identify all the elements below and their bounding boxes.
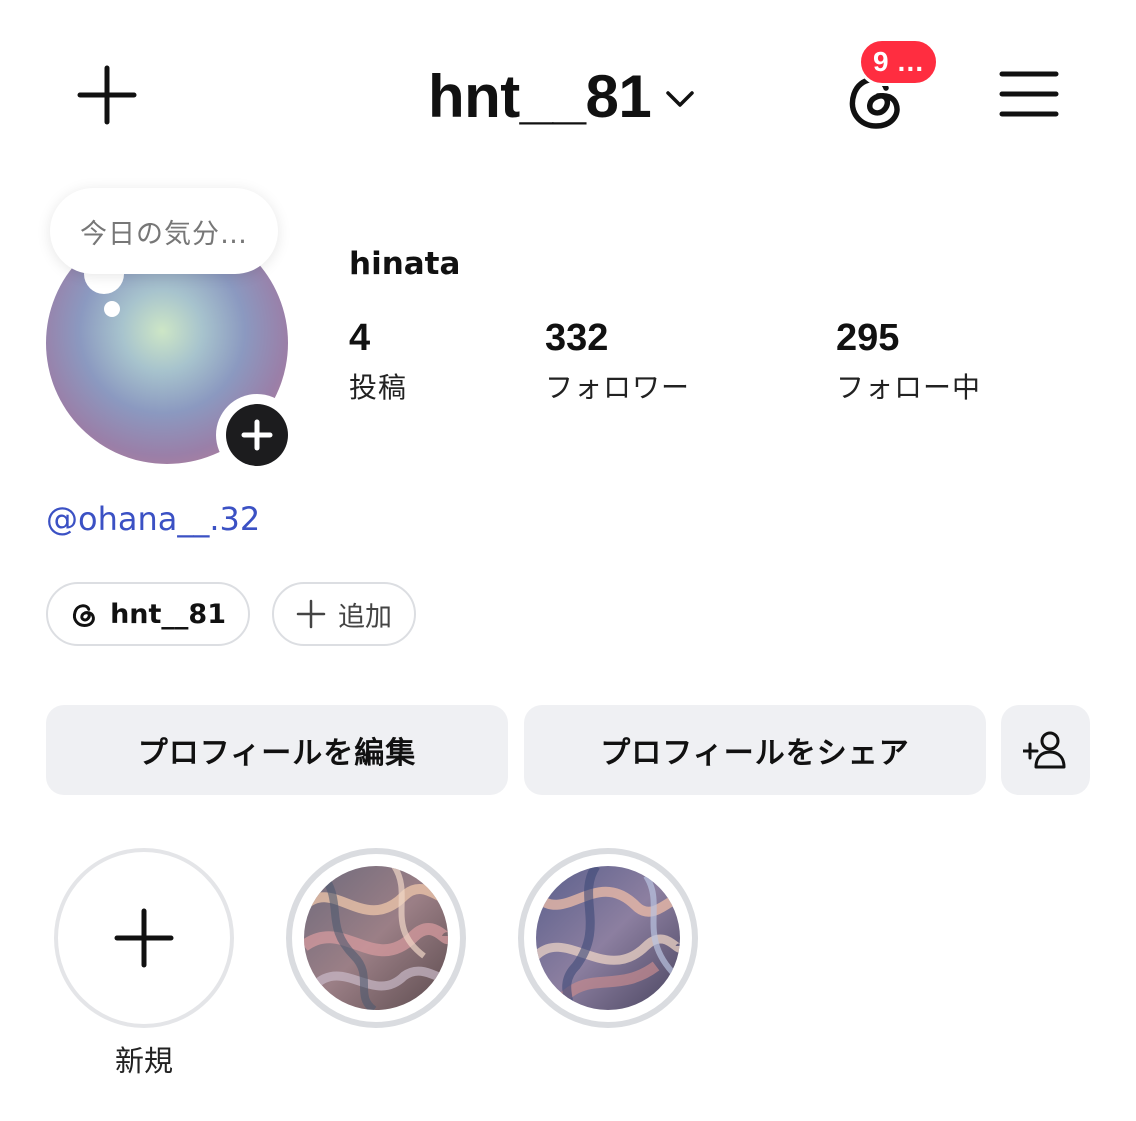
- add-story-plus-icon: [226, 404, 288, 466]
- threads-handle: hnt__81: [110, 598, 226, 630]
- account-switcher[interactable]: hnt__81: [428, 56, 695, 136]
- add-label: 追加: [338, 601, 392, 633]
- bio-mention-link[interactable]: @ohana__.32: [46, 500, 260, 538]
- username-title: hnt__81: [428, 62, 652, 130]
- hamburger-menu-icon[interactable]: [998, 68, 1060, 120]
- plus-icon: [114, 908, 174, 968]
- profile-screen: hnt__81 9 … 今日の気分… hinata 4 投稿 332 フォロワー…: [0, 0, 1136, 1121]
- chevron-down-icon: [666, 91, 695, 107]
- following-label: フォロー中: [836, 371, 982, 404]
- followers-label: フォロワー: [545, 371, 691, 404]
- highlight-cover-image: [536, 866, 680, 1010]
- note-bubble-tail-dot: [104, 301, 120, 317]
- highlight-item[interactable]: [286, 848, 466, 1028]
- notification-badge: 9 …: [858, 38, 940, 86]
- note-bubble[interactable]: 今日の気分…: [50, 188, 278, 274]
- followers-count: 332: [545, 317, 609, 359]
- plus-icon: [296, 599, 326, 629]
- display-name: hinata: [349, 246, 461, 282]
- highlight-item[interactable]: [518, 848, 698, 1028]
- new-highlight-label: 新規: [114, 1044, 173, 1078]
- share-profile-button[interactable]: プロフィールをシェア: [524, 705, 986, 795]
- stat-following[interactable]: 295 フォロー中: [836, 316, 981, 406]
- highlight-cover-image: [304, 866, 448, 1010]
- create-plus-icon[interactable]: [76, 64, 138, 126]
- following-count: 295: [836, 317, 900, 359]
- add-story-button[interactable]: [216, 394, 298, 476]
- threads-profile-chip[interactable]: hnt__81: [46, 582, 250, 646]
- discover-people-button[interactable]: [1001, 705, 1090, 795]
- threads-icon: [73, 604, 95, 627]
- add-link-chip[interactable]: 追加: [272, 582, 416, 646]
- edit-profile-button[interactable]: プロフィールを編集: [46, 705, 508, 795]
- stat-followers[interactable]: 332 フォロワー: [545, 316, 690, 406]
- new-highlight-button[interactable]: [54, 848, 234, 1028]
- stat-posts[interactable]: 4 投稿: [349, 316, 407, 406]
- posts-label: 投稿: [349, 371, 408, 404]
- add-person-icon: [1022, 731, 1065, 769]
- posts-count: 4: [349, 317, 371, 359]
- note-placeholder: 今日の気分…: [80, 218, 248, 250]
